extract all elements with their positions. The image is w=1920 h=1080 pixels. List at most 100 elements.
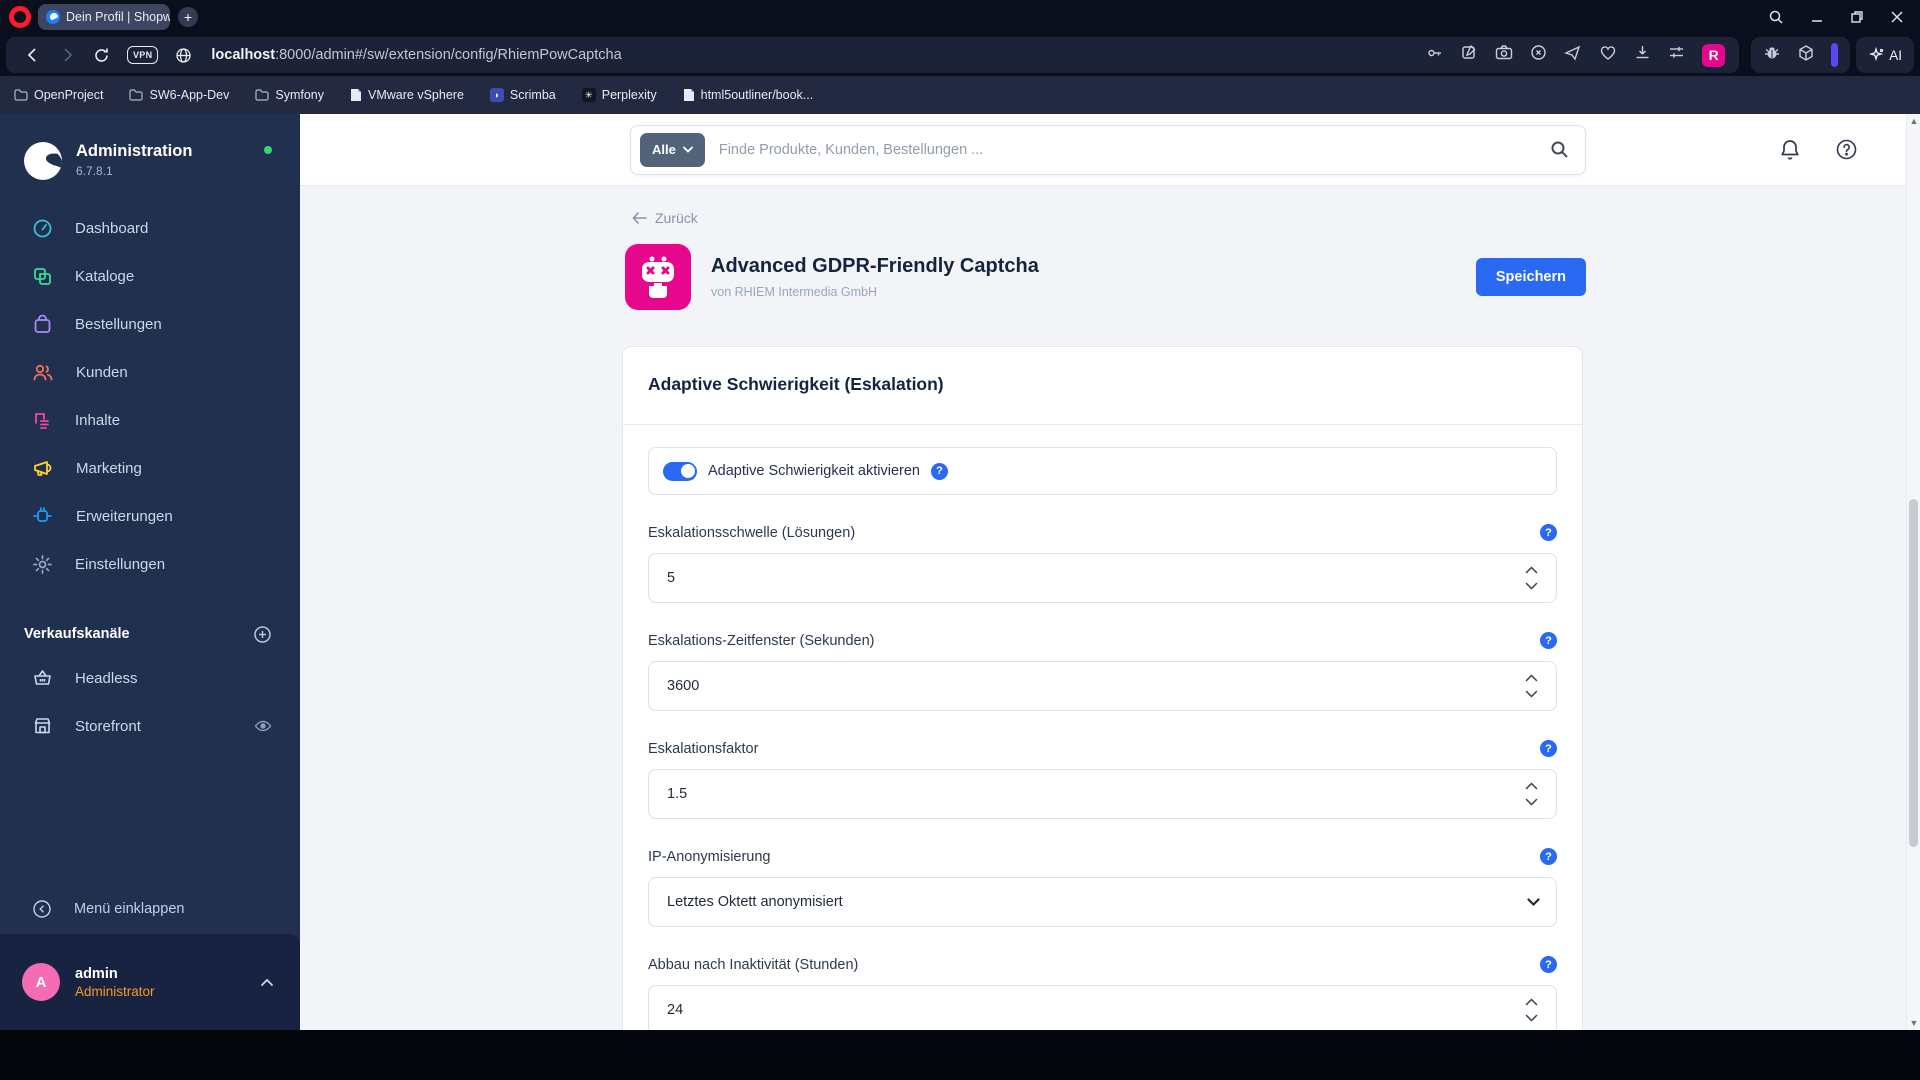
folder-icon xyxy=(14,89,28,101)
field-zeitfenster: Eskalations-Zeitfenster (Sekunden) xyxy=(648,632,1557,711)
eskalationsfaktor-input[interactable] xyxy=(667,786,1525,802)
number-stepper[interactable] xyxy=(1525,674,1542,698)
shield-block-icon[interactable] xyxy=(1530,44,1547,66)
scroll-down-arrow[interactable]: ▼ xyxy=(1907,1016,1920,1030)
bookmark-symfony[interactable]: Symfony xyxy=(255,88,324,102)
storefront-visibility-eye-icon[interactable] xyxy=(254,720,272,732)
scroll-thumb[interactable] xyxy=(1909,498,1918,847)
user-menu[interactable]: A admin Administrator xyxy=(0,934,300,1030)
browser-tab[interactable]: Dein Profil | Shopware Ad xyxy=(38,4,170,30)
help-tooltip-icon[interactable] xyxy=(1540,848,1557,865)
minimize-icon[interactable] xyxy=(1810,10,1824,24)
bookmark-openproject[interactable]: OpenProject xyxy=(14,88,103,102)
number-stepper[interactable] xyxy=(1525,566,1542,590)
app-version: 6.7.8.1 xyxy=(76,164,113,178)
search-input[interactable] xyxy=(718,141,1550,158)
site-info-globe-icon[interactable] xyxy=(175,47,192,64)
forward-icon[interactable] xyxy=(59,47,75,63)
back-link[interactable]: Zurück xyxy=(632,210,698,226)
add-sales-channel-icon[interactable] xyxy=(253,625,272,644)
ai-button[interactable]: AI xyxy=(1856,37,1914,73)
page-scrollbar[interactable]: ▲ ▼ xyxy=(1906,114,1920,1030)
scrimba-favicon: ◗ xyxy=(489,88,504,102)
sales-channel-headless[interactable]: Headless xyxy=(0,654,300,702)
package-cube-icon[interactable] xyxy=(1797,44,1815,67)
bookmark-sw6-app-dev[interactable]: SW6-App-Dev xyxy=(129,88,229,102)
notifications-bell-icon[interactable] xyxy=(1779,138,1801,161)
stepper-up-icon xyxy=(1525,782,1538,790)
sidebar-item-erweiterungen[interactable]: Erweiterungen xyxy=(0,492,300,540)
back-icon[interactable] xyxy=(25,47,41,63)
password-key-icon[interactable] xyxy=(1426,44,1444,67)
downloads-icon[interactable] xyxy=(1634,44,1651,66)
bookmark-scrimba[interactable]: ◗ Scrimba xyxy=(489,88,556,102)
bookmarks-bar: OpenProject SW6-App-Dev Symfony VMware v… xyxy=(0,76,1920,114)
window-search-icon[interactable] xyxy=(1768,9,1784,25)
browser-toolbar: VPN localhost:8000/admin#/sw/extension/c… xyxy=(0,34,1920,76)
global-search[interactable]: Alle xyxy=(630,124,1586,175)
help-tooltip-icon[interactable] xyxy=(1540,632,1557,649)
sidebar-item-bestellungen[interactable]: Bestellungen xyxy=(0,300,300,348)
snapshot-camera-icon[interactable] xyxy=(1495,44,1513,66)
storefront-shop-icon xyxy=(34,718,51,734)
help-tooltip-icon[interactable] xyxy=(1540,524,1557,541)
reload-icon[interactable] xyxy=(93,47,110,64)
bookmark-vmware-vsphere[interactable]: VMware vSphere xyxy=(350,88,464,102)
abbau-input[interactable] xyxy=(667,1002,1525,1018)
sidebar-item-dashboard[interactable]: Dashboard xyxy=(0,204,300,252)
admin-header: Alle xyxy=(300,114,1920,186)
close-icon[interactable] xyxy=(1890,10,1904,24)
sales-channel-storefront[interactable]: Storefront xyxy=(0,702,300,750)
sidebar-item-kataloge[interactable]: Kataloge xyxy=(0,252,300,300)
send-to-device-icon[interactable] xyxy=(1564,45,1582,66)
number-input[interactable] xyxy=(648,661,1557,711)
vpn-badge[interactable]: VPN xyxy=(127,46,159,64)
ai-label: AI xyxy=(1889,47,1902,63)
favorites-heart-icon[interactable] xyxy=(1599,45,1617,66)
number-stepper[interactable] xyxy=(1525,998,1542,1022)
sidebar-item-marketing[interactable]: Marketing xyxy=(0,444,300,492)
help-tooltip-icon[interactable] xyxy=(1540,740,1557,757)
save-button[interactable]: Speichern xyxy=(1475,258,1586,296)
number-stepper[interactable] xyxy=(1525,782,1542,806)
pinned-extension-bar[interactable] xyxy=(1831,43,1839,67)
sidebar-item-kunden[interactable]: Kunden xyxy=(0,348,300,396)
field-label: Abbau nach Inaktivität (Stunden) xyxy=(648,956,859,973)
ip-anonymisierung-select[interactable]: Letztes Oktett anonymisiert xyxy=(648,877,1557,927)
help-icon[interactable] xyxy=(1835,138,1858,161)
sidebar-item-inhalte[interactable]: Inhalte xyxy=(0,396,300,444)
help-tooltip-icon[interactable] xyxy=(930,462,948,480)
zeitfenster-input[interactable] xyxy=(667,678,1525,694)
bottom-strip xyxy=(0,1030,1920,1080)
shopware-favicon xyxy=(46,10,60,24)
bookmark-html5outliner[interactable]: html5outliner/book... xyxy=(683,88,813,102)
debug-bug-icon[interactable] xyxy=(1763,44,1781,67)
number-input[interactable] xyxy=(648,553,1557,603)
orders-bag-icon xyxy=(34,314,51,333)
page-title: Advanced GDPR-Friendly Captcha xyxy=(711,255,1039,277)
restore-icon[interactable] xyxy=(1850,10,1864,24)
tune-sliders-icon[interactable] xyxy=(1668,45,1685,65)
new-tab-button[interactable]: + xyxy=(178,7,198,27)
r-extension-icon[interactable]: R xyxy=(1702,43,1726,67)
extension-config-page: Zurück Advanced GDPR-Friendly Captcha vo… xyxy=(300,186,1920,1030)
sidebar-item-einstellungen[interactable]: Einstellungen xyxy=(0,540,300,588)
field-eskalationsschwelle: Eskalationsschwelle (Lösungen) xyxy=(648,524,1557,603)
status-dot xyxy=(264,146,272,154)
help-tooltip-icon[interactable] xyxy=(1540,956,1557,973)
url-bar[interactable]: localhost:8000/admin#/sw/extension/confi… xyxy=(211,47,621,63)
field-eskalationsfaktor: Eskalationsfaktor xyxy=(648,740,1557,819)
compose-note-icon[interactable] xyxy=(1461,44,1478,66)
search-filter-dropdown[interactable]: Alle xyxy=(640,132,705,167)
search-icon[interactable] xyxy=(1550,140,1569,159)
adaptive-difficulty-toggle[interactable] xyxy=(663,461,697,481)
eskalationsschwelle-input[interactable] xyxy=(667,570,1525,586)
dashboard-icon xyxy=(33,219,52,237)
number-input[interactable] xyxy=(648,985,1557,1030)
scroll-up-arrow[interactable]: ▲ xyxy=(1907,114,1920,128)
field-label: IP-Anonymisierung xyxy=(648,848,771,865)
number-input[interactable] xyxy=(648,769,1557,819)
opera-logo[interactable] xyxy=(9,6,31,28)
bookmark-perplexity[interactable]: ✳ Perplexity xyxy=(581,88,657,102)
collapse-menu-button[interactable]: Menü einklappen xyxy=(0,884,300,934)
